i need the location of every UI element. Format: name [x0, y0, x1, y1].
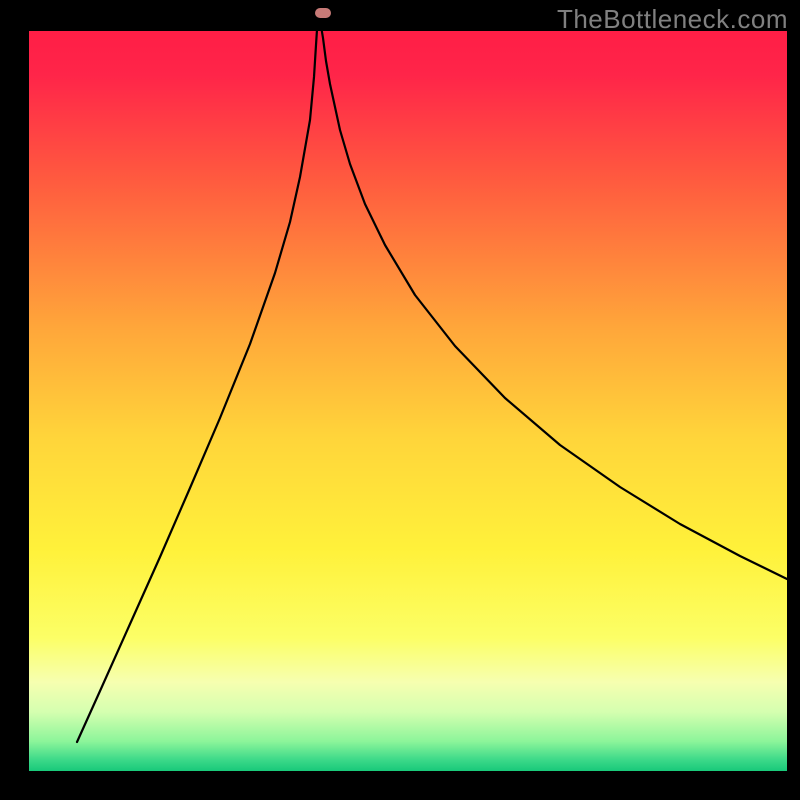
chart-svg	[0, 0, 800, 800]
chart-container: TheBottleneck.com	[0, 0, 800, 800]
plot-area	[29, 31, 787, 771]
watermark-text: TheBottleneck.com	[557, 4, 788, 35]
optimum-marker	[315, 8, 331, 18]
